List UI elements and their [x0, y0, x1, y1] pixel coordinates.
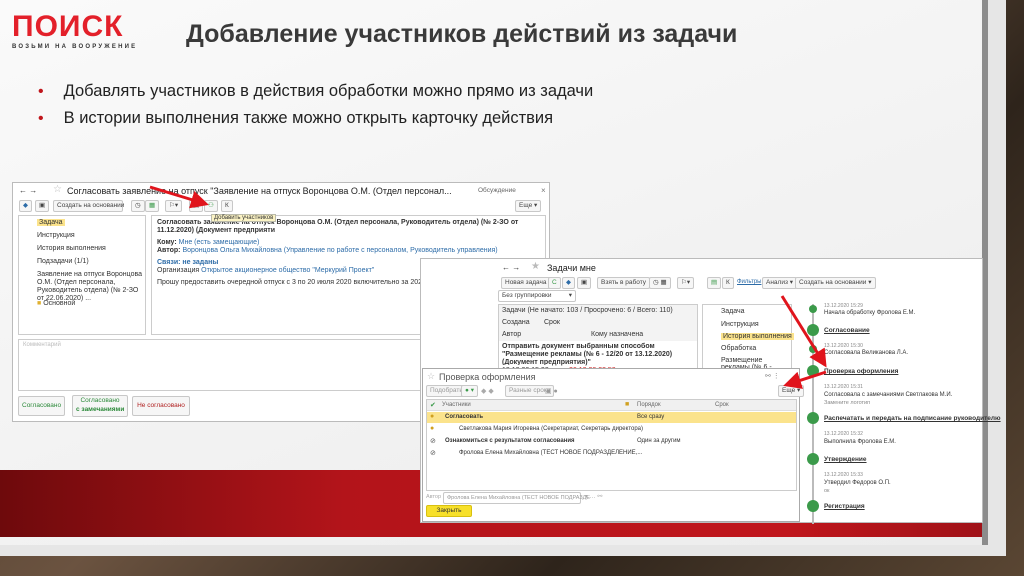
arrow-to-add-participants — [149, 185, 209, 209]
annotation-arrows — [149, 185, 827, 389]
arrow-to-dialog — [783, 370, 827, 389]
tooltip: Добавить участников — [211, 214, 277, 222]
arrow-to-stage — [780, 295, 827, 368]
